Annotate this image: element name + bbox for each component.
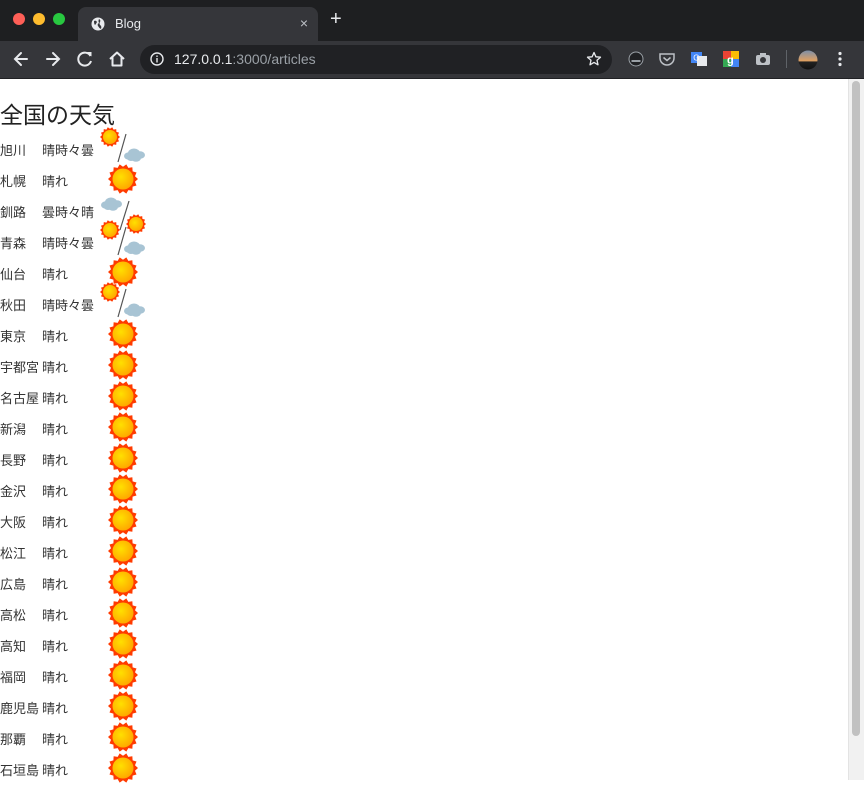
city-name: 仙台	[0, 268, 27, 283]
weather-text: 晴れ	[42, 640, 69, 655]
star-icon[interactable]	[586, 51, 602, 67]
weather-text: 晴れ	[42, 268, 69, 283]
weather-text: 晴時々曇	[42, 237, 95, 252]
weather-text: 晴れ	[42, 764, 69, 779]
weather-text: 晴れ	[42, 423, 69, 438]
city-name: 青森	[0, 237, 27, 252]
city-name: 名古屋	[0, 392, 40, 407]
weather-text: 晴れ	[42, 547, 69, 562]
sun-icon	[100, 127, 120, 147]
weather-text: 晴れ	[42, 485, 69, 500]
weather-text: 晴れ	[42, 578, 69, 593]
address-bar[interactable]: 127.0.0.1:3000/articles	[140, 45, 612, 74]
city-name: 松江	[0, 547, 27, 562]
weather-text: 晴時々曇	[42, 144, 95, 159]
minimize-window-button[interactable]	[33, 13, 45, 25]
info-icon[interactable]	[150, 52, 164, 66]
weather-text: 晴れ	[42, 702, 69, 717]
weather-text: 曇時々晴	[42, 206, 95, 221]
globe-icon	[91, 17, 105, 31]
city-name: 広島	[0, 578, 27, 593]
weather-text: 晴れ	[42, 454, 69, 469]
close-window-button[interactable]	[13, 13, 25, 25]
forward-icon[interactable]	[43, 49, 63, 69]
translate-icon[interactable]: G	[690, 50, 708, 68]
reload-icon[interactable]	[75, 49, 95, 69]
city-name: 金沢	[0, 485, 27, 500]
cloud-icon	[101, 197, 122, 211]
scrollbar-thumb[interactable]	[852, 81, 860, 736]
weather-icon	[108, 753, 138, 783]
weather-text: 晴れ	[42, 609, 69, 624]
page-content: 全国の天気 旭川 晴時々曇 札幌 晴れ 釧路 曇時々晴 青森 晴時々曇 仙台 晴れ 秋田 晴時々曇 東京…	[0, 79, 848, 783]
vertical-scrollbar[interactable]	[848, 79, 864, 780]
weather-text: 晴れ	[42, 361, 69, 376]
tab-close-button[interactable]: ×	[300, 15, 308, 31]
city-name: 大阪	[0, 516, 27, 531]
home-icon[interactable]	[107, 49, 127, 69]
city-name: 秋田	[0, 299, 27, 314]
browser-titlebar: Blog × +	[0, 0, 864, 41]
sun-icon	[100, 220, 120, 240]
toolbar-separator	[786, 50, 787, 68]
url-path: :3000/articles	[232, 51, 316, 67]
city-name: 鹿児島	[0, 702, 40, 717]
camera-icon[interactable]	[754, 50, 772, 68]
city-name: 那覇	[0, 733, 27, 748]
url-host: 127.0.0.1	[174, 51, 233, 67]
weather-text: 晴れ	[42, 175, 69, 190]
city-name: 旭川	[0, 144, 27, 159]
city-name: 高知	[0, 640, 27, 655]
city-name: 高松	[0, 609, 27, 624]
extension-icon[interactable]	[627, 50, 645, 68]
menu-icon[interactable]	[831, 50, 849, 68]
city-name: 新潟	[0, 423, 27, 438]
back-icon[interactable]	[11, 49, 31, 69]
maximize-window-button[interactable]	[53, 13, 65, 25]
weather-text: 晴時々曇	[42, 299, 95, 314]
sun-icon	[108, 753, 138, 783]
city-name: 釧路	[0, 206, 27, 221]
tab-title: Blog	[115, 16, 142, 31]
sun-icon	[100, 282, 120, 302]
weather-text: 晴れ	[42, 671, 69, 686]
pocket-icon[interactable]	[658, 50, 676, 68]
weather-text: 晴れ	[42, 330, 69, 345]
weather-text: 晴れ	[42, 516, 69, 531]
browser-toolbar: 127.0.0.1:3000/articles G g	[0, 41, 864, 79]
weather-row: 石垣島 晴れ	[0, 753, 200, 787]
city-name: 札幌	[0, 175, 27, 190]
url-text[interactable]: 127.0.0.1:3000/articles	[174, 51, 316, 67]
city-name: 石垣島	[0, 764, 40, 779]
google-icon[interactable]: g	[722, 50, 740, 68]
city-name: 福岡	[0, 671, 27, 686]
weather-text: 晴れ	[42, 392, 69, 407]
browser-tab[interactable]: Blog ×	[78, 7, 318, 41]
weather-text: 晴れ	[42, 733, 69, 748]
profile-avatar[interactable]	[798, 50, 818, 70]
svg-text:g: g	[727, 55, 734, 67]
city-name: 東京	[0, 330, 27, 345]
new-tab-button[interactable]: +	[330, 9, 342, 29]
city-name: 長野	[0, 454, 27, 469]
svg-text:G: G	[693, 54, 699, 63]
city-name: 宇都宮	[0, 361, 40, 376]
